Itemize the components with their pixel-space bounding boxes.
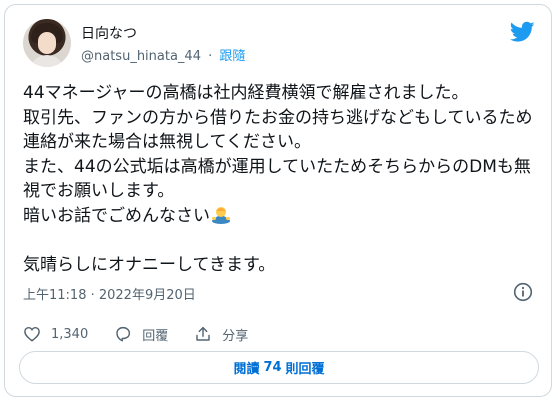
author-display-name[interactable]: 日向なつ: [81, 23, 137, 43]
read-replies-button[interactable]: 閱讀 74 則回覆: [19, 351, 539, 384]
tweet-body: 44マネージャーの高橋は社内経費横領で解雇されました。 取引先、ファンの方から借…: [23, 83, 533, 226]
tweet-actions: 1,340 回覆 分享: [23, 323, 274, 345]
reply-bubble-icon: [116, 326, 131, 342]
tweet-timestamp[interactable]: 上午11:18 · 2022年9月20日: [23, 284, 196, 303]
read-replies-count: 74: [263, 360, 282, 375]
like-count: 1,340: [51, 326, 89, 342]
info-icon[interactable]: [513, 282, 533, 302]
author-handle-row: @natsu_hinata_44 · 跟隨: [81, 45, 245, 64]
follow-link[interactable]: 跟隨: [219, 49, 245, 64]
heart-icon: [24, 326, 40, 342]
handle-separator: ·: [208, 49, 213, 64]
reply-button[interactable]: 回覆: [114, 325, 168, 344]
share-button[interactable]: 分享: [194, 325, 248, 344]
share-label: 分享: [222, 328, 249, 344]
tweet-card: 日向なつ @natsu_hinata_44 · 跟隨 44マネージャーの高橋は社…: [4, 4, 552, 397]
author-avatar[interactable]: [23, 19, 71, 67]
author-handle[interactable]: @natsu_hinata_44: [81, 49, 201, 64]
like-button[interactable]: 1,340: [23, 325, 88, 343]
read-replies-suffix: 則回覆: [285, 362, 325, 377]
reply-label: 回覆: [142, 328, 169, 344]
avatar-face: [38, 32, 56, 54]
twitter-bird-icon[interactable]: [510, 21, 535, 43]
share-upload-icon: [196, 326, 210, 341]
tweet-body-last-line: 気晴らしにオナニーしてきます。: [23, 254, 276, 275]
person-bowing-emoji: [212, 206, 230, 224]
avatar-body: [29, 55, 65, 67]
tweet-text: 44マネージャーの高橋は社内経費横領で解雇されました。 取引先、ファンの方から借…: [23, 81, 543, 277]
read-replies-prefix: 閱讀: [233, 362, 260, 377]
